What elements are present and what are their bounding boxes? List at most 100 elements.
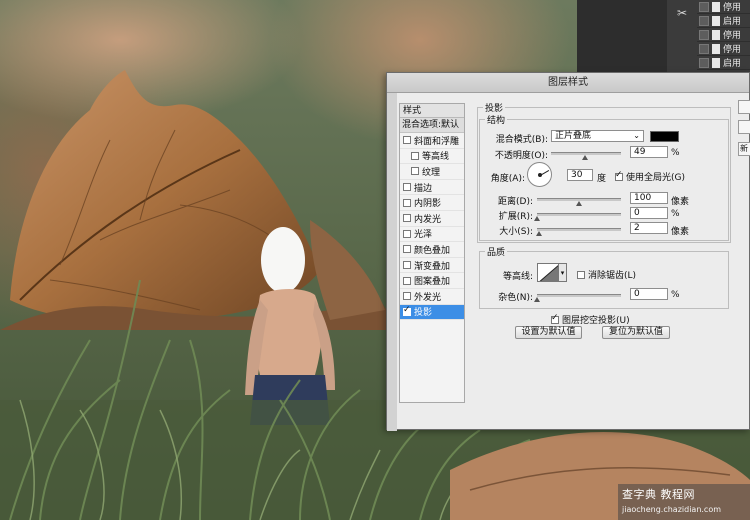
checkbox-icon[interactable] bbox=[615, 170, 623, 181]
set-default-button[interactable]: 设置为默认值 bbox=[515, 326, 582, 339]
slider-thumb[interactable] bbox=[534, 297, 540, 302]
checkbox-icon[interactable] bbox=[403, 136, 411, 145]
style-list-item[interactable]: 颜色叠加 bbox=[400, 242, 464, 258]
blend-mode-label: 混合模式(B): bbox=[495, 135, 548, 145]
style-list-item[interactable]: 渐变叠加 bbox=[400, 258, 464, 274]
spread-input[interactable]: 0 bbox=[630, 207, 668, 219]
antialias-label: 消除锯齿(L) bbox=[588, 271, 637, 281]
checkbox-icon[interactable] bbox=[403, 229, 411, 238]
style-list-item[interactable]: 内发光 bbox=[400, 211, 464, 227]
checkbox-icon[interactable] bbox=[403, 305, 411, 316]
spread-label: 扩展(R): bbox=[498, 212, 533, 222]
blend-options-item[interactable]: 混合选项:默认 bbox=[400, 118, 464, 133]
style-list-item[interactable]: 内阴影 bbox=[400, 195, 464, 211]
slider-thumb[interactable] bbox=[535, 231, 542, 236]
list-item[interactable]: 启用 bbox=[697, 56, 750, 70]
shadow-color-swatch[interactable] bbox=[650, 131, 679, 142]
size-unit: 像素 bbox=[671, 227, 690, 237]
angle-dial[interactable] bbox=[527, 162, 552, 187]
document-icon bbox=[712, 1, 720, 12]
ok-button[interactable] bbox=[738, 100, 750, 114]
style-list-item-label: 纹理 bbox=[422, 167, 441, 178]
opacity-unit: % bbox=[671, 148, 680, 158]
style-list-item[interactable]: 投影 bbox=[400, 304, 464, 321]
checkbox-icon[interactable] bbox=[411, 151, 419, 160]
angle-input[interactable]: 30 bbox=[567, 169, 593, 181]
quality-title: 品质 bbox=[485, 245, 508, 258]
cancel-button[interactable] bbox=[738, 120, 750, 134]
layer-style-dialog: 图层样式 样式 混合选项:默认 斜面和浮雕等高线纹理描边内阴影内发光光泽颜色叠加… bbox=[386, 72, 750, 431]
distance-input[interactable]: 100 bbox=[630, 192, 668, 204]
size-slider[interactable] bbox=[535, 228, 621, 236]
opacity-input[interactable]: 49 bbox=[630, 146, 668, 158]
size-label: 大小(S): bbox=[499, 227, 533, 237]
checkbox-icon[interactable] bbox=[403, 198, 411, 207]
knockout-label: 图层挖空投影(U) bbox=[562, 316, 630, 326]
document-icon bbox=[712, 43, 720, 54]
document-icon bbox=[712, 57, 720, 68]
checkbox-icon[interactable] bbox=[577, 270, 585, 279]
style-list-item[interactable]: 外发光 bbox=[400, 289, 464, 305]
watermark: 查字典 教程网 jiaocheng.chazidian.com bbox=[618, 484, 750, 520]
checkbox-icon[interactable] bbox=[411, 167, 419, 176]
structure-title: 结构 bbox=[485, 113, 508, 126]
new-style-button[interactable]: 新 bbox=[738, 142, 750, 156]
checkbox-icon[interactable] bbox=[403, 245, 411, 254]
visibility-icon[interactable] bbox=[699, 1, 709, 12]
antialias-checkbox[interactable]: 消除锯齿(L) bbox=[577, 268, 636, 281]
contour-picker[interactable] bbox=[537, 263, 559, 282]
global-light-checkbox[interactable]: 使用全局光(G) bbox=[615, 170, 685, 183]
style-list-item-label: 图案叠加 bbox=[414, 277, 451, 288]
style-list-item[interactable]: 纹理 bbox=[400, 164, 464, 180]
size-input[interactable]: 2 bbox=[630, 222, 668, 234]
style-list-item[interactable]: 斜面和浮雕 bbox=[400, 133, 464, 149]
visibility-icon[interactable] bbox=[699, 15, 709, 26]
noise-slider[interactable] bbox=[534, 294, 621, 302]
style-list-item-label: 内阴影 bbox=[414, 199, 442, 210]
blend-mode-select[interactable]: 正片叠底 ⌄ bbox=[551, 130, 644, 142]
noise-input[interactable]: 0 bbox=[630, 288, 668, 300]
visibility-icon[interactable] bbox=[699, 43, 709, 54]
knockout-checkbox[interactable]: 图层挖空投影(U) bbox=[551, 313, 630, 326]
checkbox-icon[interactable] bbox=[403, 292, 411, 301]
style-list-item[interactable]: 等高线 bbox=[400, 149, 464, 165]
spread-slider[interactable] bbox=[534, 213, 621, 221]
blend-mode-value: 正片叠底 bbox=[555, 131, 592, 141]
style-list-item[interactable]: 光泽 bbox=[400, 227, 464, 243]
contour-curve-icon bbox=[539, 265, 558, 281]
style-list-item-label: 等高线 bbox=[422, 152, 450, 163]
dialog-titlebar[interactable]: 图层样式 bbox=[387, 73, 749, 93]
checkbox-icon[interactable] bbox=[403, 261, 411, 270]
document-icon bbox=[712, 29, 720, 40]
checkbox-icon[interactable] bbox=[403, 183, 411, 192]
style-list-item[interactable]: 图案叠加 bbox=[400, 273, 464, 289]
distance-slider[interactable] bbox=[537, 198, 621, 206]
dialog-edge bbox=[387, 93, 397, 431]
checkbox-icon[interactable] bbox=[551, 313, 559, 324]
visibility-icon[interactable] bbox=[699, 29, 709, 40]
style-list-header[interactable]: 样式 bbox=[400, 104, 464, 118]
slider-thumb[interactable] bbox=[582, 155, 589, 160]
style-list-item-label: 光泽 bbox=[414, 230, 433, 241]
opacity-slider[interactable] bbox=[551, 152, 621, 160]
opacity-label: 不透明度(O): bbox=[494, 151, 548, 161]
slider-thumb[interactable] bbox=[534, 216, 540, 221]
style-list-item[interactable]: 描边 bbox=[400, 180, 464, 196]
style-list-item-label: 斜面和浮雕 bbox=[414, 136, 460, 147]
style-list-item-label: 颜色叠加 bbox=[414, 245, 451, 256]
chevron-down-icon[interactable]: ▾ bbox=[559, 263, 567, 282]
slider-thumb[interactable] bbox=[576, 201, 582, 206]
checkbox-icon[interactable] bbox=[403, 276, 411, 285]
checkbox-icon[interactable] bbox=[403, 214, 411, 223]
dial-hand bbox=[540, 170, 550, 176]
distance-label: 距离(D): bbox=[498, 197, 533, 207]
list-item[interactable]: 启用 bbox=[697, 14, 750, 28]
list-item[interactable]: 停用 bbox=[697, 42, 750, 56]
scissors-icon[interactable]: ✂ bbox=[673, 5, 691, 21]
visibility-icon[interactable] bbox=[699, 57, 709, 68]
noise-unit: % bbox=[671, 290, 680, 300]
reset-default-button[interactable]: 复位为默认值 bbox=[602, 326, 670, 339]
list-item[interactable]: 停用 bbox=[697, 28, 750, 42]
list-item[interactable]: 停用 bbox=[697, 0, 750, 14]
style-list-item-label: 内发光 bbox=[414, 214, 442, 225]
